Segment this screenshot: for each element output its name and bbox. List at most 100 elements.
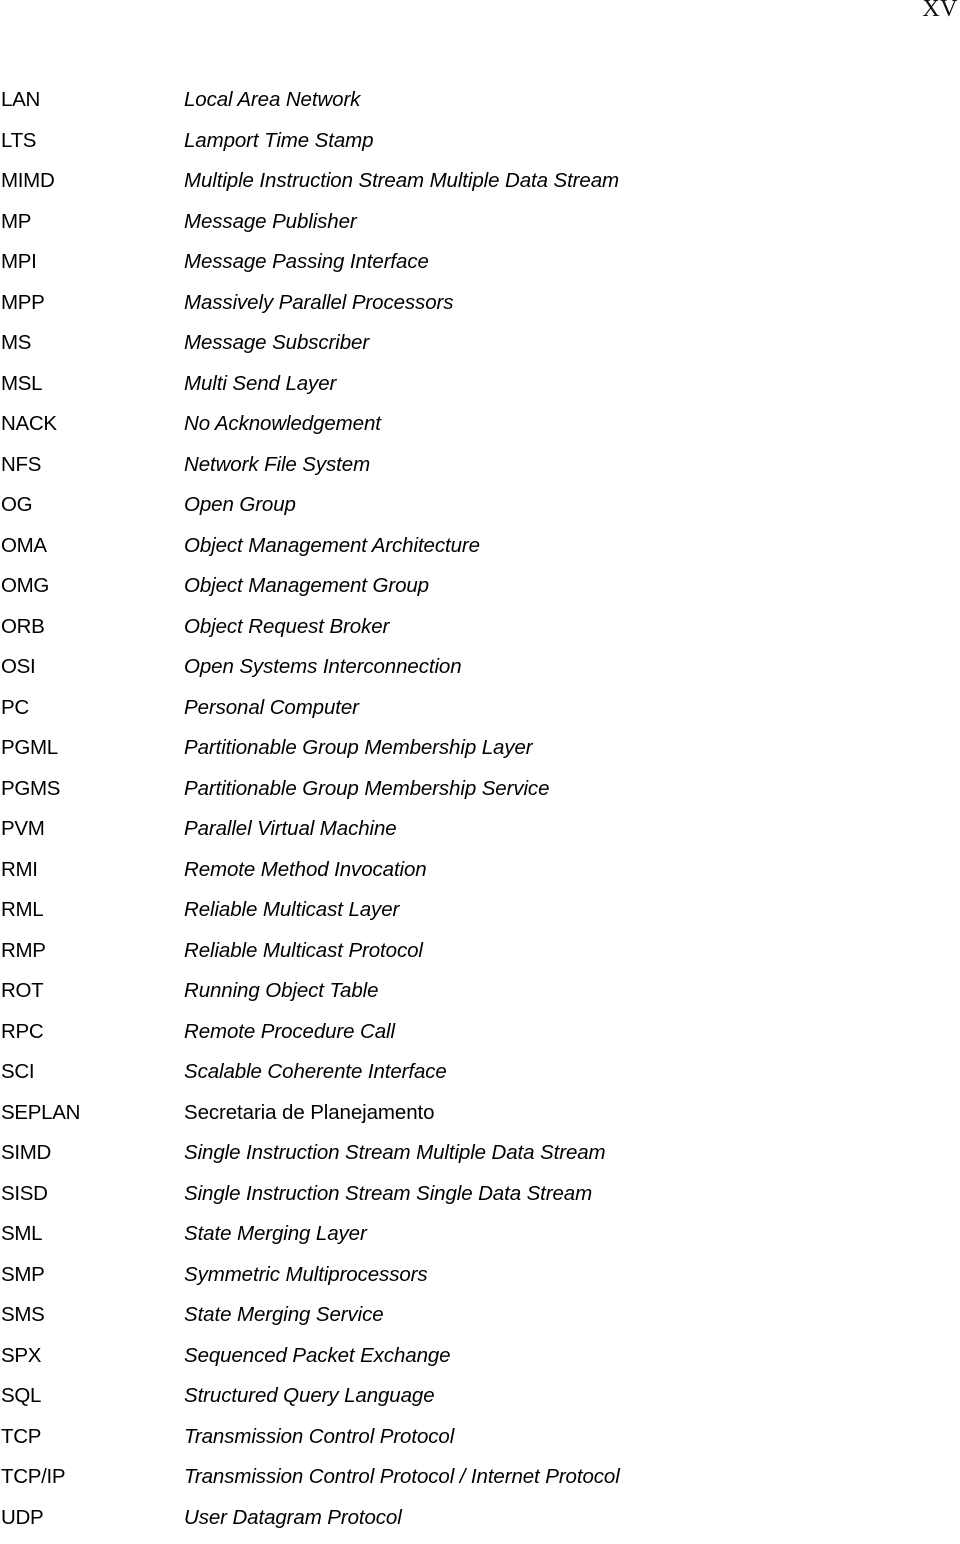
abbreviation-term: PC [1, 694, 29, 722]
abbreviation-term: ORB [1, 613, 45, 641]
abbreviation-definition: Symmetric Multiprocessors [184, 1261, 428, 1289]
abbreviation-term: SIMD [1, 1139, 51, 1167]
abbreviation-row: RPCRemote Procedure Call [0, 1018, 960, 1059]
abbreviation-definition: Remote Method Invocation [184, 856, 427, 884]
abbreviation-definition: Transmission Control Protocol [184, 1423, 454, 1451]
abbreviation-row: PGMS Partitionable Group Membership Servi… [0, 775, 960, 816]
abbreviation-row: ORB Object Request Broker [0, 613, 960, 654]
abbreviation-term: RML [1, 896, 43, 924]
abbreviation-row: LTS Lamport Time Stamp [0, 127, 960, 168]
abbreviation-term: MP [1, 208, 31, 236]
page-number: XV [922, 0, 958, 23]
abbreviation-row: MPP Massively Parallel Processors [0, 289, 960, 330]
abbreviation-term: OMA [1, 532, 47, 560]
abbreviation-row: TCP/IP Transmission Control Protocol / In… [0, 1463, 960, 1504]
abbreviation-term: RMI [1, 856, 38, 884]
abbreviation-row: MPMessage Publisher [0, 208, 960, 249]
abbreviation-row: MS Message Subscriber [0, 329, 960, 370]
abbreviation-definition: State Merging Layer [184, 1220, 367, 1248]
abbreviation-definition: Partitionable Group Membership Service [184, 775, 549, 803]
abbreviation-definition: Multi Send Layer [184, 370, 336, 398]
abbreviation-definition: Personal Computer [184, 694, 359, 722]
abbreviation-row: OSI Open Systems Interconnection [0, 653, 960, 694]
abbreviation-definition: Reliable Multicast Protocol [184, 937, 423, 965]
abbreviation-definition: Running Object Table [184, 977, 378, 1005]
abbreviation-term: OG [1, 491, 32, 519]
abbreviation-term: SMS [1, 1301, 45, 1329]
abbreviation-row: MIMD Multiple Instruction Stream Multiple… [0, 167, 960, 208]
abbreviation-row: PGMLPartitionable Group Membership Layer [0, 734, 960, 775]
abbreviation-definition: Network File System [184, 451, 370, 479]
abbreviation-row: NFS Network File System [0, 451, 960, 492]
abbreviation-definition: Massively Parallel Processors [184, 289, 453, 317]
abbreviation-term: LTS [1, 127, 36, 155]
abbreviation-term: PVM [1, 815, 45, 843]
abbreviation-term: MS [1, 329, 31, 357]
abbreviation-term: NFS [1, 451, 41, 479]
abbreviation-definition: Transmission Control Protocol / Internet… [184, 1463, 620, 1491]
abbreviation-term: RPC [1, 1018, 43, 1046]
abbreviation-definition: Multiple Instruction Stream Multiple Dat… [184, 167, 619, 195]
abbreviation-row: OMA Object Management Architecture [0, 532, 960, 573]
abbreviation-row: ROT Running Object Table [0, 977, 960, 1018]
abbreviation-definition: Scalable Coherente Interface [184, 1058, 447, 1086]
abbreviation-row: SML State Merging Layer [0, 1220, 960, 1261]
abbreviation-term: MPP [1, 289, 45, 317]
abbreviation-definition: State Merging Service [184, 1301, 384, 1329]
abbreviation-definition: Partitionable Group Membership Layer [184, 734, 533, 762]
abbreviation-term: ROT [1, 977, 43, 1005]
abbreviation-term: OMG [1, 572, 49, 600]
abbreviation-term: MPI [1, 248, 37, 276]
abbreviation-row: LAN Local Area Network [0, 86, 960, 127]
abbreviation-row: UDP User Datagram Protocol [0, 1504, 960, 1544]
abbreviation-definition: Single Instruction Stream Single Data St… [184, 1180, 592, 1208]
abbreviation-term: SISD [1, 1180, 48, 1208]
abbreviation-term: RMP [1, 937, 46, 965]
abbreviation-term: LAN [1, 86, 40, 114]
abbreviation-term: PGMS [1, 775, 60, 803]
abbreviation-row: SMS State Merging Service [0, 1301, 960, 1342]
abbreviation-term: SCI [1, 1058, 34, 1086]
abbreviation-term: SML [1, 1220, 42, 1248]
abbreviation-definition: Secretaria de Planejamento [184, 1099, 434, 1127]
abbreviation-term: SQL [1, 1382, 41, 1410]
abbreviation-definition: Object Request Broker [184, 613, 389, 641]
abbreviation-row: SMP Symmetric Multiprocessors [0, 1261, 960, 1302]
abbreviation-definition: User Datagram Protocol [184, 1504, 402, 1532]
abbreviation-row: SPX Sequenced Packet Exchange [0, 1342, 960, 1383]
abbreviation-row: NACKNo Acknowledgement [0, 410, 960, 451]
abbreviation-row: SIMD Single Instruction Stream Multiple D… [0, 1139, 960, 1180]
abbreviation-row: OMG Object Management Group [0, 572, 960, 613]
abbreviation-row: RMI Remote Method Invocation [0, 856, 960, 897]
abbreviation-term: SEPLAN [1, 1099, 80, 1127]
abbreviation-definition: Sequenced Packet Exchange [184, 1342, 450, 1370]
abbreviation-definition: Object Management Group [184, 572, 429, 600]
abbreviation-definition: Open Group [184, 491, 296, 519]
abbreviation-term: UDP [1, 1504, 43, 1532]
abbreviation-row: MPI Message Passing Interface [0, 248, 960, 289]
abbreviation-term: MIMD [1, 167, 54, 195]
abbreviation-definition: Lamport Time Stamp [184, 127, 373, 155]
abbreviation-term: SPX [1, 1342, 41, 1370]
abbreviation-row: SCI Scalable Coherente Interface [0, 1058, 960, 1099]
abbreviation-definition: Object Management Architecture [184, 532, 480, 560]
abbreviation-term: TCP [1, 1423, 41, 1451]
abbreviation-definition: Single Instruction Stream Multiple Data … [184, 1139, 606, 1167]
abbreviation-row: OG Open Group [0, 491, 960, 532]
abbreviation-term: OSI [1, 653, 35, 681]
abbreviation-row: RMLReliable Multicast Layer [0, 896, 960, 937]
abbreviation-row: SQL Structured Query Language [0, 1382, 960, 1423]
abbreviation-definition: Structured Query Language [184, 1382, 435, 1410]
abbreviation-term: NACK [1, 410, 57, 438]
abbreviation-definition: Open Systems Interconnection [184, 653, 462, 681]
abbreviation-term: SMP [1, 1261, 45, 1289]
abbreviation-definition: Local Area Network [184, 86, 360, 114]
abbreviation-row: PC Personal Computer [0, 694, 960, 735]
abbreviation-row: PVM Parallel Virtual Machine [0, 815, 960, 856]
abbreviation-definition: Message Subscriber [184, 329, 369, 357]
abbreviation-definition: Parallel Virtual Machine [184, 815, 397, 843]
abbreviation-term: TCP/IP [1, 1463, 65, 1491]
abbreviation-definition: Message Passing Interface [184, 248, 429, 276]
abbreviation-row: TCP Transmission Control Protocol [0, 1423, 960, 1464]
abbreviation-row: SEPLAN Secretaria de Planejamento [0, 1099, 960, 1140]
